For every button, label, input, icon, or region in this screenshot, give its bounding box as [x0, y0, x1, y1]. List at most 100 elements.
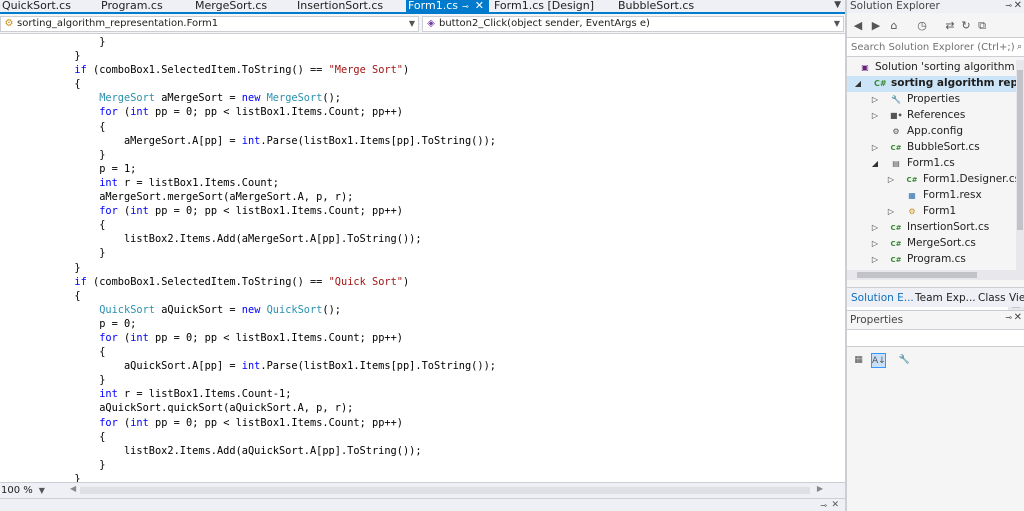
expand-icon[interactable]: ▷	[887, 172, 895, 187]
tree-item-form1-designer[interactable]: ▷ C# Form1.Designer.cs	[847, 172, 1020, 188]
editor-horizontal-scrollbar[interactable]	[80, 487, 810, 494]
code-line[interactable]: aQuickSort.A[pp] = int.Parse(listBox1.It…	[0, 359, 496, 373]
code-line[interactable]: int r = listBox1.Items.Count-1;	[0, 387, 496, 401]
collapse-all-icon[interactable]: ⧉	[975, 19, 989, 33]
code-line[interactable]: {	[0, 218, 496, 232]
code-line[interactable]: }	[0, 458, 496, 472]
code-line[interactable]: }	[0, 35, 496, 49]
tree-item-references[interactable]: ▷ ■• References	[847, 108, 1017, 124]
code-line[interactable]: if (comboBox1.SelectedItem.ToString() ==…	[0, 63, 496, 77]
tab-mergesort[interactable]: MergeSort.cs	[193, 0, 288, 12]
code-line[interactable]: p = 1;	[0, 162, 496, 176]
solution-tree-horizontal-scrollbar[interactable]	[847, 270, 1024, 280]
pin-icon[interactable]: ⊸	[462, 1, 469, 12]
class-dropdown[interactable]: ⚙ sorting_algorithm_representation.Form1…	[0, 16, 419, 32]
code-line[interactable]: }	[0, 148, 496, 162]
tree-item-properties[interactable]: ▷ 🔧 Properties	[847, 92, 1017, 108]
code-line[interactable]: QuickSort aQuickSort = new QuickSort();	[0, 303, 496, 317]
code-line[interactable]: p = 0;	[0, 317, 496, 331]
tab-quicksort[interactable]: QuickSort.cs	[0, 0, 92, 12]
code-editor[interactable]: } } if (comboBox1.SelectedItem.ToString(…	[0, 35, 845, 482]
object-selector-dropdown[interactable]	[847, 329, 1024, 347]
home-icon[interactable]: ⌂	[887, 19, 901, 33]
scrollbar-thumb[interactable]	[1017, 70, 1023, 230]
expand-icon[interactable]: ▷	[871, 252, 879, 267]
chevron-down-icon[interactable]: ▼	[39, 486, 45, 495]
chevron-down-icon[interactable]: ▼	[834, 0, 841, 11]
tab-team-explorer[interactable]: Team Exp...	[915, 291, 976, 305]
code-line[interactable]: for (int pp = 0; pp < listBox1.Items.Cou…	[0, 105, 496, 119]
zoom-dropdown[interactable]: 100 % ▼	[1, 484, 45, 497]
tab-insertionsort[interactable]: InsertionSort.cs	[295, 0, 403, 12]
tree-item-form1[interactable]: ◢ ▤ Form1.cs	[847, 156, 1017, 172]
code-line[interactable]: MergeSort aMergeSort = new MergeSort();	[0, 91, 496, 105]
tree-item-mergesort[interactable]: ▷ C# MergeSort.cs	[847, 236, 1017, 252]
code-line[interactable]: {	[0, 120, 496, 134]
code-line[interactable]: listBox2.Items.Add(aQuickSort.A[pp].ToSt…	[0, 444, 496, 458]
tree-item-insertionsort[interactable]: ▷ C# InsertionSort.cs	[847, 220, 1017, 236]
code-line[interactable]: int r = listBox1.Items.Count;	[0, 176, 496, 190]
solution-search-input[interactable]: Search Solution Explorer (Ctrl+;) ⌕	[847, 37, 1024, 57]
code-line[interactable]: for (int pp = 0; pp < listBox1.Items.Cou…	[0, 204, 496, 218]
code-line[interactable]: listBox2.Items.Add(aMergeSort.A[pp].ToSt…	[0, 232, 496, 246]
code-line[interactable]: {	[0, 345, 496, 359]
tab-form1-cs[interactable]: Form1.cs ⊸ ✕	[406, 0, 489, 12]
code-line[interactable]: }	[0, 246, 496, 260]
tree-item-form1-resx[interactable]: ▦ Form1.resx	[847, 188, 1017, 204]
chevron-down-icon[interactable]: ▼	[834, 17, 840, 31]
expand-icon[interactable]: ▷	[871, 92, 879, 107]
collapse-icon[interactable]: ◢	[854, 76, 862, 91]
expand-icon[interactable]: ▷	[871, 220, 879, 235]
code-line[interactable]: if (comboBox1.SelectedItem.ToString() ==…	[0, 275, 496, 289]
back-icon[interactable]: ◀	[851, 19, 865, 33]
search-icon[interactable]: ⌕	[1017, 38, 1022, 56]
history-icon[interactable]: ◷	[915, 19, 929, 33]
refresh-icon[interactable]: ↻	[959, 19, 973, 33]
expand-icon[interactable]: ▷	[871, 140, 879, 155]
close-icon[interactable]: ✕	[831, 500, 839, 510]
close-icon[interactable]: ✕	[1014, 0, 1022, 12]
tree-item-bubblesort[interactable]: ▷ C# BubbleSort.cs	[847, 140, 1017, 156]
code-line[interactable]: aMergeSort.mergeSort(aMergeSort.A, p, r)…	[0, 190, 496, 204]
member-dropdown[interactable]: ◈ button2_Click(object sender, EventArgs…	[422, 16, 844, 32]
sort-alphabetical-icon[interactable]: A↓	[871, 353, 886, 368]
code-line[interactable]: {	[0, 430, 496, 444]
code-line[interactable]: for (int pp = 0; pp < listBox1.Items.Cou…	[0, 416, 496, 430]
close-icon[interactable]: ✕	[1014, 312, 1022, 323]
code-line[interactable]: }	[0, 373, 496, 387]
tree-item-form1-class[interactable]: ▷ ⚙ Form1	[847, 204, 1017, 220]
collapse-icon[interactable]: ◢	[871, 156, 879, 171]
pin-icon[interactable]: ⊸	[1005, 313, 1012, 322]
code-line[interactable]: for (int pp = 0; pp < listBox1.Items.Cou…	[0, 331, 496, 345]
tree-item-solution[interactable]: ▣ Solution 'sorting algorithm rep	[847, 60, 1024, 76]
tree-item-app-config[interactable]: ⚙ App.config	[847, 124, 1017, 140]
expand-icon[interactable]: ▷	[887, 204, 895, 219]
tab-solution-explorer[interactable]: Solution E...	[851, 291, 914, 305]
expand-icon[interactable]: ▷	[871, 108, 879, 123]
code-line[interactable]: {	[0, 77, 496, 91]
code-line[interactable]: aMergeSort.A[pp] = int.Parse(listBox1.It…	[0, 134, 496, 148]
code-line[interactable]: }	[0, 49, 496, 63]
categorized-icon[interactable]: ▦	[851, 353, 866, 368]
expand-icon[interactable]: ▷	[871, 236, 879, 251]
tab-form1-design[interactable]: Form1.cs [Design]	[492, 0, 610, 12]
solution-tree-vertical-scrollbar[interactable]	[1016, 60, 1024, 270]
tree-item-program[interactable]: ▷ C# Program.cs	[847, 252, 1017, 268]
pin-icon[interactable]: ⊸	[820, 501, 827, 510]
close-icon[interactable]: ✕	[475, 0, 484, 11]
tree-item-project[interactable]: ◢ C# sorting algorithm represe	[847, 76, 1024, 92]
scroll-right-icon[interactable]: ▶	[817, 484, 823, 493]
code-line[interactable]: aQuickSort.quickSort(aQuickSort.A, p, r)…	[0, 401, 496, 415]
code-line[interactable]: }	[0, 261, 496, 275]
chevron-down-icon[interactable]: ▼	[409, 17, 415, 31]
tab-class-view[interactable]: Class View	[978, 291, 1024, 305]
pin-icon[interactable]: ⊸	[1005, 0, 1012, 12]
code-text[interactable]: } } if (comboBox1.SelectedItem.ToString(…	[0, 35, 496, 482]
tab-program[interactable]: Program.cs	[99, 0, 189, 12]
forward-icon[interactable]: ▶	[869, 19, 883, 33]
code-line[interactable]: }	[0, 472, 496, 482]
scrollbar-thumb[interactable]	[857, 272, 977, 278]
wrench-icon[interactable]: 🔧	[897, 353, 912, 368]
code-line[interactable]: {	[0, 289, 496, 303]
sync-icon[interactable]: ⇄	[943, 19, 957, 33]
